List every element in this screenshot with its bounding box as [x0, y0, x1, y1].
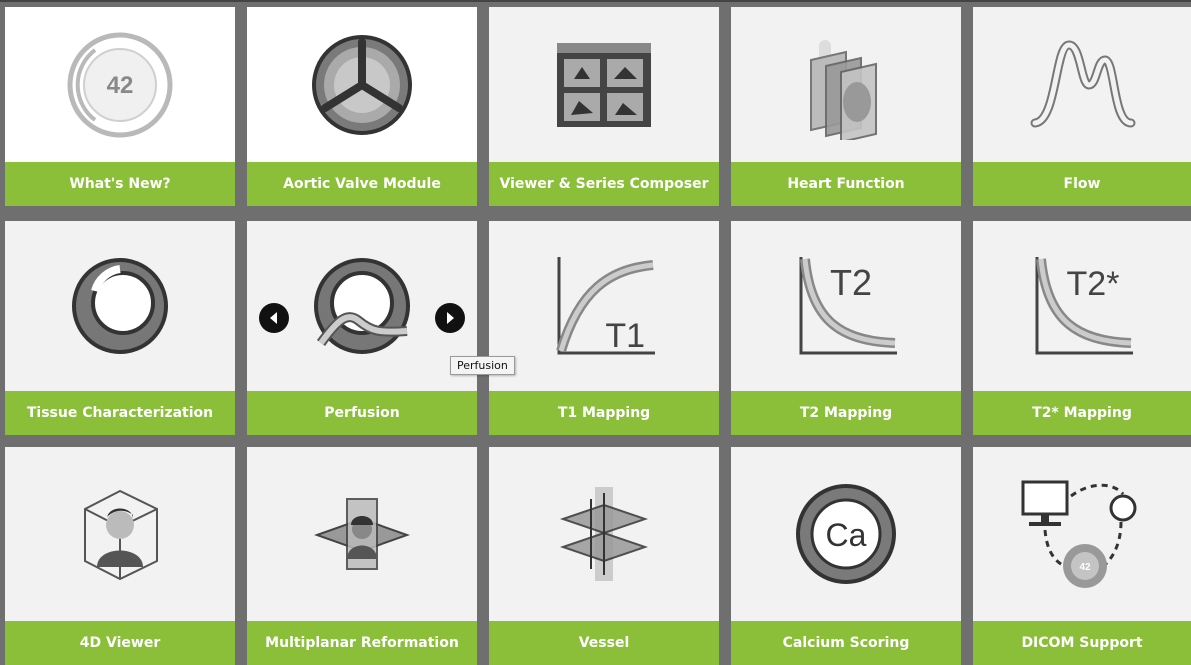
tile-t2star-mapping[interactable]: T2* T2* Mapping	[973, 221, 1191, 435]
svg-text:42: 42	[1079, 562, 1091, 573]
tile-label: Perfusion	[247, 391, 477, 435]
previous-arrow-button[interactable]	[259, 303, 289, 333]
tile-label: Multiplanar Reformation	[247, 621, 477, 665]
tile-vessel[interactable]: Vessel	[489, 447, 719, 665]
tile-heart-function[interactable]: Heart Function	[731, 7, 961, 206]
tile-tissue-characterization[interactable]: Tissue Characterization	[5, 221, 235, 435]
tile-dicom-support[interactable]: 42 DICOM Support	[973, 447, 1191, 665]
tile-multiplanar-reformation[interactable]: Multiplanar Reformation	[247, 447, 477, 665]
tile-viewer-series-composer[interactable]: Viewer & Series Composer	[489, 7, 719, 206]
viewer-grid-icon	[489, 7, 719, 162]
flow-curve-icon	[973, 7, 1191, 162]
tile-label: Aortic Valve Module	[247, 162, 477, 206]
tile-label: Flow	[973, 162, 1191, 206]
tile-label: DICOM Support	[973, 621, 1191, 665]
top-divider	[0, 0, 1191, 2]
svg-text:Ca: Ca	[826, 517, 867, 553]
tile-label: 4D Viewer	[5, 621, 235, 665]
tile-aortic-valve[interactable]: Aortic Valve Module	[247, 7, 477, 206]
t2star-curve-icon: T2*	[973, 221, 1191, 391]
tile-label: Calcium Scoring	[731, 621, 961, 665]
calcium-ca-icon: Ca	[731, 447, 961, 621]
tile-label: Tissue Characterization	[5, 391, 235, 435]
tissue-ring-icon	[5, 221, 235, 391]
svg-text:T2*: T2*	[1067, 265, 1120, 303]
4d-viewer-cube-icon	[5, 447, 235, 621]
svg-text:42: 42	[107, 72, 134, 99]
next-arrow-button[interactable]	[435, 303, 465, 333]
vessel-planes-icon	[489, 447, 719, 621]
tile-whats-new[interactable]: 42 What's New?	[5, 7, 235, 206]
tile-t1-mapping[interactable]: T1 T1 Mapping	[489, 221, 719, 435]
svg-text:T1: T1	[605, 317, 645, 355]
perfusion-tooltip: Perfusion	[450, 356, 515, 375]
multiplanar-planes-icon	[247, 447, 477, 621]
dicom-network-icon: 42	[973, 447, 1191, 621]
whats-new-42-icon: 42	[5, 7, 235, 162]
tile-perfusion[interactable]: Perfusion	[247, 221, 477, 435]
chevron-right-icon	[447, 312, 454, 324]
t1-curve-icon: T1	[489, 221, 719, 391]
tile-label: T2 Mapping	[731, 391, 961, 435]
tile-label: Vessel	[489, 621, 719, 665]
tile-label: What's New?	[5, 162, 235, 206]
tile-4d-viewer[interactable]: 4D Viewer	[5, 447, 235, 665]
tile-t2-mapping[interactable]: T2 T2 Mapping	[731, 221, 961, 435]
svg-text:T2: T2	[830, 262, 872, 303]
tile-label: Heart Function	[731, 162, 961, 206]
tile-flow[interactable]: Flow	[973, 7, 1191, 206]
heart-function-icon	[731, 7, 961, 162]
tile-label: T1 Mapping	[489, 391, 719, 435]
chevron-left-icon	[270, 312, 277, 324]
tile-label: Viewer & Series Composer	[489, 162, 719, 206]
tile-label: T2* Mapping	[973, 391, 1191, 435]
module-grid: 42 What's New? Aortic Valve Module Viewe…	[0, 0, 1191, 665]
aortic-valve-icon	[247, 7, 477, 162]
tile-calcium-scoring[interactable]: Ca Calcium Scoring	[731, 447, 961, 665]
t2-curve-icon: T2	[731, 221, 961, 391]
